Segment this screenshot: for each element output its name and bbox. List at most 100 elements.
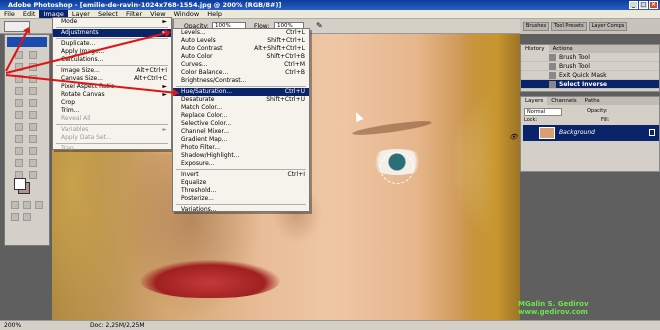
airbrush-icon[interactable]: ✎ <box>316 21 323 30</box>
lock-label: Lock: <box>524 117 538 123</box>
notes-tool-icon[interactable] <box>15 159 23 167</box>
adjust-item-posterize[interactable]: Posterize... <box>173 195 309 203</box>
window-title: Adobe Photoshop - [emilie-de-ravin-1024x… <box>8 1 282 9</box>
move-tool-icon[interactable] <box>29 51 37 59</box>
menu-item-label: Shadow/Highlight... <box>181 152 240 159</box>
menu-window[interactable]: Window <box>170 10 204 18</box>
adjust-item-hue-saturation[interactable]: Hue/Saturation... Ctrl+U <box>173 88 309 96</box>
adjust-item-auto-levels[interactable]: Auto Levels Shift+Ctrl+L <box>173 37 309 45</box>
well-tab-0[interactable]: Brushes <box>523 22 550 31</box>
menu-item-label: Threshold... <box>181 187 217 194</box>
adjustments-submenu: Levels... Ctrl+L Auto Levels Shift+Ctrl+L Au… <box>172 28 310 214</box>
menu-item-label: Levels... <box>181 29 206 36</box>
adjust-item-equalize[interactable]: Equalize <box>173 179 309 187</box>
close-icon[interactable]: × <box>649 1 658 9</box>
adjust-item-levels[interactable]: Levels... Ctrl+L <box>173 29 309 37</box>
watermark-author: MGalin S. Gedirov <box>518 300 589 308</box>
menu-item-label: Replace Color... <box>181 112 228 119</box>
adjust-item-exposure[interactable]: Exposure... <box>173 160 309 168</box>
layer-name: Background <box>559 129 595 136</box>
image-menu-item-image-size[interactable]: Image Size... Alt+Ctrl+I <box>53 67 171 75</box>
brush-tool-icon[interactable] <box>29 87 37 95</box>
screen-mode-icon[interactable] <box>35 201 43 209</box>
adjust-item-auto-contrast[interactable]: Auto Contrast Alt+Shift+Ctrl+L <box>173 45 309 53</box>
menu-item-label: Selective Color... <box>181 120 232 127</box>
adjust-item-brightness-contrast[interactable]: Brightness/Contrast... <box>173 77 309 85</box>
adjust-item-color-balance[interactable]: Color Balance... Ctrl+B <box>173 69 309 77</box>
doc-size: Doc: 2,25M/2,25M <box>90 322 145 329</box>
layers-tab-paths[interactable]: Paths <box>581 97 604 105</box>
history-item[interactable]: Brush Tool <box>521 62 659 71</box>
menu-separator <box>56 27 168 28</box>
history-item[interactable]: Select Inverse <box>521 80 659 89</box>
quick-mask-icon[interactable] <box>23 201 31 209</box>
full-screen-icon[interactable] <box>11 213 19 221</box>
standard-mode-icon[interactable] <box>11 201 19 209</box>
history-tab-history[interactable]: History <box>521 45 549 53</box>
menu-item-label: Variations... <box>181 206 217 213</box>
well-tab-1[interactable]: Tool Presets <box>551 22 587 31</box>
type-tool-icon[interactable] <box>29 135 37 143</box>
menu-item-label: Exposure... <box>181 160 215 167</box>
adjust-item-photo-filter[interactable]: Photo Filter... <box>173 144 309 152</box>
adjust-item-selective-color[interactable]: Selective Color... <box>173 120 309 128</box>
dodge-tool-icon[interactable] <box>29 123 37 131</box>
maximize-icon[interactable]: □ <box>639 1 648 9</box>
minimize-icon[interactable]: _ <box>629 1 638 9</box>
history-item[interactable]: Brush Tool <box>521 53 659 62</box>
fill-label: Fill: <box>601 117 610 123</box>
zoom-level[interactable]: 200% <box>4 321 21 330</box>
imageready-icon[interactable] <box>23 213 31 221</box>
eyedropper-tool-icon[interactable] <box>29 159 37 167</box>
history-item-label: Select Inverse <box>559 81 608 88</box>
adjust-item-desaturate[interactable]: Desaturate Shift+Ctrl+U <box>173 96 309 104</box>
layer-row-background[interactable]: 👁 Background <box>509 125 659 141</box>
adjust-item-threshold[interactable]: Threshold... <box>173 187 309 195</box>
history-item[interactable]: Exit Quick Mask <box>521 71 659 80</box>
menu-item-label: Adjustments <box>61 29 99 36</box>
image-menu-item-trim[interactable]: Trim... <box>53 107 171 115</box>
blend-mode-select[interactable]: Normal <box>524 108 562 116</box>
menu-item-label: Auto Contrast <box>181 45 223 52</box>
adjust-item-channel-mixer[interactable]: Channel Mixer... <box>173 128 309 136</box>
path-select-tool-icon[interactable] <box>15 135 23 143</box>
zoom-tool-icon[interactable] <box>29 171 37 179</box>
adjust-item-match-color[interactable]: Match Color... <box>173 104 309 112</box>
menu-help[interactable]: Help <box>203 10 226 18</box>
adjust-item-invert[interactable]: Invert Ctrl+I <box>173 171 309 179</box>
hair-right <box>462 34 520 320</box>
healing-tool-icon[interactable] <box>15 87 23 95</box>
image-menu-item-mode[interactable]: Mode ► <box>53 18 171 26</box>
history-tab-actions[interactable]: Actions <box>549 45 577 53</box>
adjust-item-variations[interactable]: Variations... <box>173 206 309 214</box>
shape-tool-icon[interactable] <box>29 147 37 155</box>
image-menu-item-apply-data-set: Apply Data Set... <box>53 134 171 142</box>
visibility-eye-icon[interactable]: 👁 <box>509 129 519 141</box>
menu-edit[interactable]: Edit <box>19 10 40 18</box>
clone-stamp-tool-icon[interactable] <box>15 99 23 107</box>
adjust-item-replace-color[interactable]: Replace Color... <box>173 112 309 120</box>
menu-file[interactable]: File <box>0 10 19 18</box>
menu-item-label: Rotate Canvas <box>61 91 105 98</box>
well-tab-2[interactable]: Layer Comps <box>588 22 628 31</box>
gradient-tool-icon[interactable] <box>29 111 37 119</box>
menu-item-label: Auto Levels <box>181 37 216 44</box>
menu-item-label: Equalize <box>181 179 207 186</box>
adjust-item-gradient-map[interactable]: Gradient Map... <box>173 136 309 144</box>
layers-tab-layers[interactable]: Layers <box>521 97 548 105</box>
image-menu-item-crop[interactable]: Crop <box>53 99 171 107</box>
image-menu-item-rotate-canvas[interactable]: Rotate Canvas ► <box>53 91 171 99</box>
history-item-label: Brush Tool <box>559 63 590 70</box>
eraser-tool-icon[interactable] <box>15 111 23 119</box>
history-brush-tool-icon[interactable] <box>29 99 37 107</box>
pen-tool-icon[interactable] <box>15 147 23 155</box>
adjust-item-auto-color[interactable]: Auto Color Shift+Ctrl+B <box>173 53 309 61</box>
blur-tool-icon[interactable] <box>15 123 23 131</box>
layers-tab-channels[interactable]: Channels <box>547 97 580 105</box>
menu-item-shortcut: ► <box>162 18 167 25</box>
adjust-item-shadow-highlight[interactable]: Shadow/Highlight... <box>173 152 309 160</box>
menu-item-label: Duplicate... <box>61 40 96 47</box>
adjust-item-curves[interactable]: Curves... Ctrl+M <box>173 61 309 69</box>
window-controls: _ □ × <box>629 1 658 9</box>
foreground-color-swatch[interactable] <box>14 178 26 190</box>
